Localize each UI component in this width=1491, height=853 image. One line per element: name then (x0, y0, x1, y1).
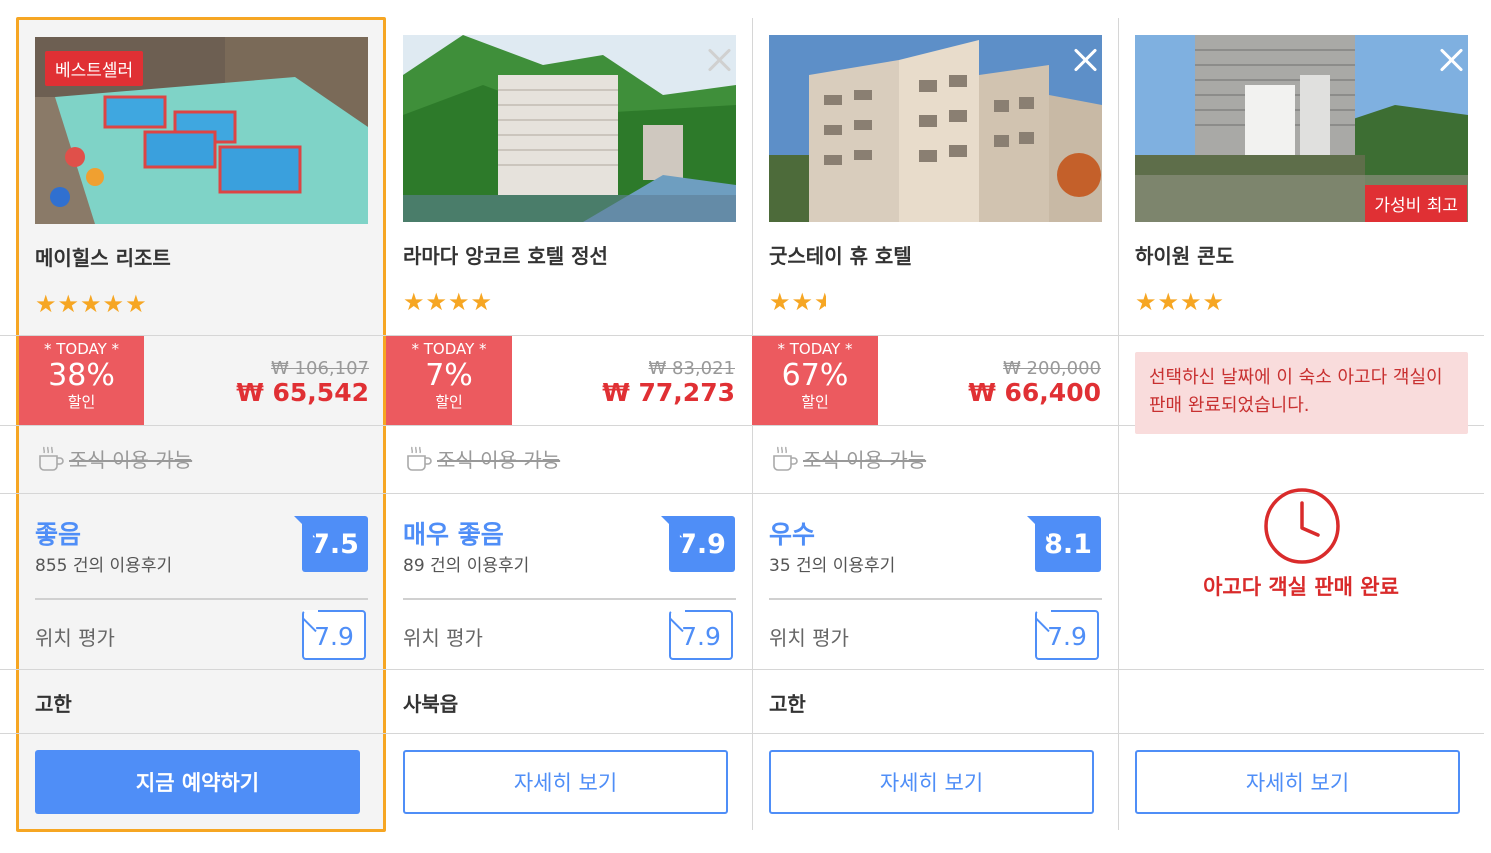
review-score-badge: 8.1 (1027, 516, 1101, 572)
divider (403, 598, 736, 600)
hotel-name[interactable]: 메이힐스 리조트 (35, 242, 171, 271)
sold-out-message: 선택하신 날짜에 이 숙소 아고다 객실이 판매 완료되었습니다. (1135, 352, 1468, 434)
sale-price: ₩ 66,400 (968, 378, 1101, 407)
review-rating-word: 좋음 (35, 520, 82, 549)
location-rating-label: 위치 평가 (769, 626, 849, 650)
sale-price: ₩ 65,542 (236, 378, 369, 407)
review-count[interactable]: 35 건의 이용후기 (769, 551, 895, 576)
location-score-badge: 7.9 (302, 610, 366, 660)
half-star-icon: ★★ (814, 288, 837, 316)
review-rating-word: 매우 좋음 (403, 520, 504, 549)
view-details-button[interactable]: 자세히 보기 (769, 750, 1094, 814)
review-count[interactable]: 855 건의 이용후기 (35, 551, 172, 576)
star-rating: ★★★★ (1135, 288, 1226, 316)
hotel-card-goodstay: 굿스테이 휴 호텔 ★★★★ * TODAY * 67% 할인 ₩ 200,00… (752, 0, 1118, 853)
book-now-button[interactable]: 지금 예약하기 (35, 750, 360, 814)
star-rating: ★★★★★ (35, 290, 148, 318)
hotel-photo[interactable] (769, 35, 1102, 222)
discount-percent: 38% (48, 358, 115, 393)
area-name: 고한 (35, 692, 72, 716)
star-rating: ★★★★ (769, 288, 837, 316)
sale-price: ₩ 77,273 (602, 378, 735, 407)
original-price: ₩ 200,000 (1003, 358, 1101, 379)
today-label: * TODAY * (43, 340, 120, 358)
breakfast-info: 조식 이용 가능 (35, 443, 192, 473)
divider (769, 598, 1102, 600)
view-details-button[interactable]: 자세히 보기 (1135, 750, 1460, 814)
today-label: * TODAY * (411, 340, 487, 358)
original-price: ₩ 83,021 (648, 358, 735, 379)
best-value-badge: 가성비 최고 (1365, 185, 1467, 222)
location-score-badge: 7.9 (669, 610, 733, 660)
discount-label: 할인 (435, 393, 463, 411)
hotel-photo[interactable] (403, 35, 736, 222)
area-name: 사북읍 (403, 692, 459, 716)
location-rating-label: 위치 평가 (403, 626, 483, 650)
review-score-badge: 7.5 (294, 516, 368, 572)
breakfast-label: 조식 이용 가능 (69, 447, 193, 472)
view-details-button[interactable]: 자세히 보기 (403, 750, 728, 814)
coffee-cup-icon (39, 446, 64, 471)
breakfast-info: 조식 이용 가능 (403, 443, 560, 473)
coffee-cup-icon (407, 446, 432, 471)
today-discount-box: * TODAY * 67% 할인 (752, 336, 878, 425)
breakfast-info: 조식 이용 가능 (769, 443, 926, 473)
breakfast-label: 조식 이용 가능 (803, 447, 927, 472)
sold-out-title: 아고다 객실 판매 완료 (1203, 575, 1399, 599)
location-rating-label: 위치 평가 (35, 626, 115, 650)
clock-icon (1264, 488, 1340, 564)
divider (35, 598, 368, 600)
today-label: * TODAY * (777, 340, 853, 358)
discount-label: 할인 (801, 393, 829, 411)
breakfast-label: 조식 이용 가능 (437, 447, 561, 472)
hotel-card-ramada: 라마다 앙코르 호텔 정선 ★★★★ * TODAY * 7% 할인 ₩ 83,… (386, 0, 752, 853)
discount-label: 할인 (67, 393, 96, 411)
review-score-badge: 7.9 (661, 516, 735, 572)
close-icon[interactable] (705, 45, 735, 75)
coffee-cup-icon (773, 446, 798, 471)
hotel-name[interactable]: 하이원 콘도 (1135, 240, 1234, 269)
discount-percent: 67% (781, 358, 849, 393)
close-icon[interactable] (1071, 45, 1101, 75)
hotel-name[interactable]: 굿스테이 휴 호텔 (769, 240, 912, 269)
original-price: ₩ 106,107 (271, 358, 369, 379)
bestseller-badge: 베스트셀러 (45, 51, 144, 86)
hotel-card-high1: 가성비 최고 하이원 콘도 ★★★★ 선택하신 날짜에 이 숙소 아고다 객실이… (1118, 0, 1484, 853)
close-icon[interactable] (1437, 45, 1467, 75)
hotel-name[interactable]: 라마다 앙코르 호텔 정선 (403, 240, 608, 269)
discount-percent: 7% (425, 358, 473, 393)
location-score-badge: 7.9 (1035, 610, 1099, 660)
today-discount-box: * TODAY * 38% 할인 (19, 336, 144, 425)
area-name: 고한 (769, 692, 806, 716)
star-rating: ★★★★ (403, 288, 494, 316)
full-stars: ★★ (769, 288, 815, 316)
today-discount-box: * TODAY * 7% 할인 (386, 336, 512, 425)
review-count[interactable]: 89 건의 이용후기 (403, 551, 529, 576)
review-rating-word: 우수 (769, 520, 816, 549)
hotel-card-mayhills: 베스트셀러 메이힐스 리조트 ★★★★★ * TODAY * 38% 할인 ₩ … (16, 0, 386, 853)
